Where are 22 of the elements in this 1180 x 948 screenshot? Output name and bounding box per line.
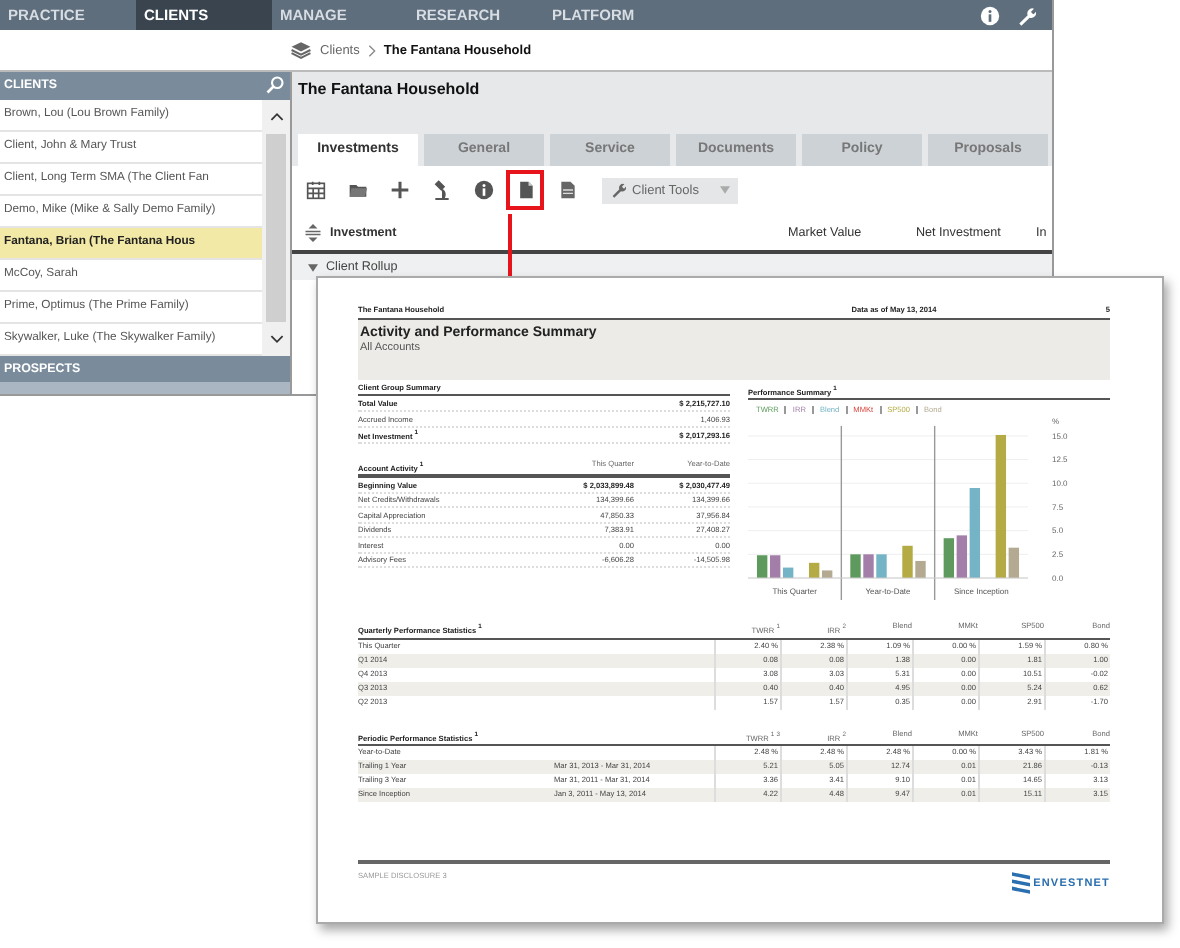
page-title: The Fantana Household — [296, 78, 482, 98]
info-icon[interactable] — [980, 5, 1000, 25]
chevron-down-icon[interactable] — [269, 333, 283, 343]
file-icon — [557, 180, 577, 200]
layers-icon — [290, 40, 312, 60]
expand-triangle-icon[interactable] — [308, 263, 318, 271]
plus-icon — [389, 180, 409, 200]
expand-collapse-icon[interactable] — [304, 223, 322, 241]
document-icon — [515, 180, 535, 200]
logo-mark-icon — [1011, 872, 1030, 894]
scrollbar[interactable] — [262, 99, 290, 355]
search-icon[interactable] — [266, 76, 284, 95]
microscope-icon — [431, 180, 451, 200]
toolbar-button[interactable] — [506, 170, 544, 210]
info-icon — [473, 180, 493, 200]
caret-down-icon — [720, 186, 731, 194]
chevron-right-icon — [367, 43, 376, 57]
wrench-icon[interactable] — [1016, 5, 1036, 25]
calendar-icon — [305, 180, 325, 200]
folder-icon — [347, 180, 367, 200]
wrench-icon — [610, 182, 626, 198]
chevron-up-icon[interactable] — [269, 111, 283, 121]
